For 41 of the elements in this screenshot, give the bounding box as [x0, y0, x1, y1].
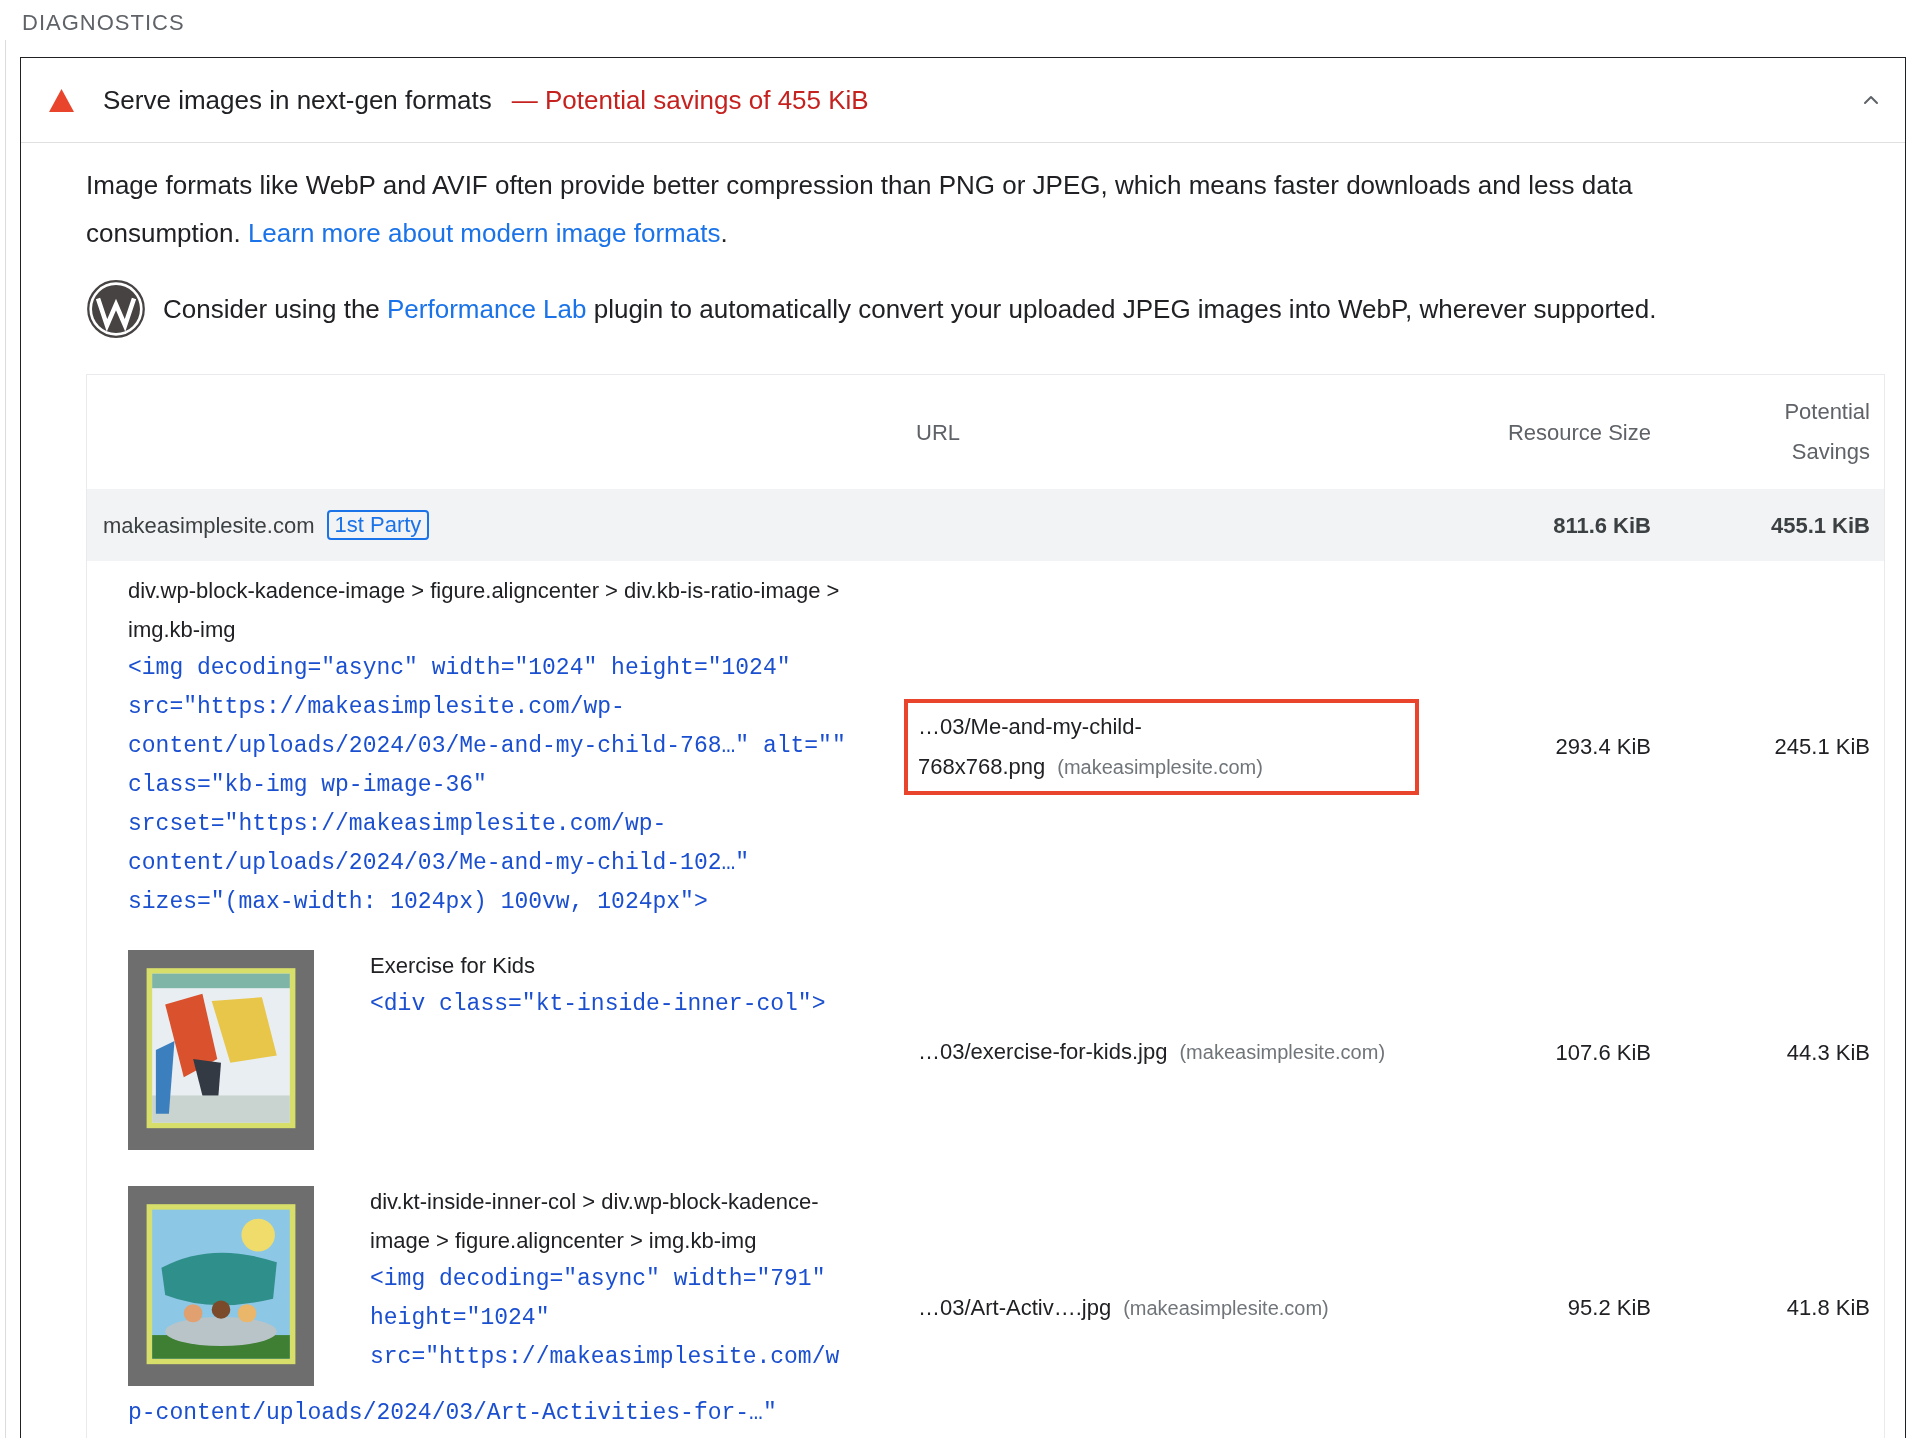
code-line: srcset="https://makeasimplesite.com/wp-: [128, 810, 667, 839]
domain-name: makeasimplesite.com: [103, 511, 315, 540]
code-line: content/uploads/2024/03/Me-and-my-child-102…": [128, 849, 750, 878]
code-line: height="1024": [370, 1304, 550, 1333]
code-line: src="https://makeasimplesite.com/wp-: [128, 693, 625, 722]
size-cell-text: 293.4 KiB: [1555, 733, 1652, 761]
code-line: <img decoding="async" width="1024" height="1024": [128, 654, 791, 683]
size-cell-text: 107.6 KiB: [1555, 1038, 1652, 1067]
size-cell-text: 95.2 KiB: [1567, 1294, 1652, 1322]
audit-description: Image formats like WebP and AVIF often provide better compression than PNG or JPEG, which means faster downloads and less data consumption. Learn more about modern image formats.: [86, 169, 1634, 250]
savings-cell-text: 245.1 KiB: [1774, 733, 1871, 761]
node-label: div.kt-inside-inner-col > div.wp-block-kadence-image > figure.aligncenter > img.kb-img: [370, 1188, 820, 1255]
url-cell-text: …03/Art-Activ….jpg (makeasimplesite.com): [917, 1293, 1330, 1322]
url-cell-text: …03/exercise-for-kids.jpg (makeasimplesite.com): [917, 1038, 1387, 1066]
node-label: div.wp-block-kadence-image > figure.aligncenter > div.kb-is-ratio-image > img.kb-img: [128, 577, 841, 644]
code-line: p-content/uploads/2024/03/Art-Activities-for-…": [128, 1399, 777, 1428]
column-header: Potential Savings: [1783, 398, 1871, 466]
code-line: class="kb-img wp-image-36": [128, 771, 487, 800]
party-tag: 1st Party: [326, 510, 430, 540]
code-line: src="https://makeasimplesite.com/w: [370, 1343, 840, 1372]
node-label: Exercise for Kids: [370, 952, 537, 980]
total-size: 811.6 KiB: [1553, 511, 1652, 540]
logo-icon: [86, 279, 146, 339]
stack-pack-text: Consider using the Performance Lab plugin to automatically convert your uploaded JPEG images into WebP, wherever supported.: [163, 292, 1657, 326]
section-title: DIAGNOSTICS: [21, 9, 186, 37]
code-line: sizes="(max-width: 1024px) 100vw, 1024px">: [128, 888, 708, 917]
plugin-link[interactable]: Performance Lab: [387, 293, 587, 324]
url-cell: …03/Me-and-my-child-768x768.png (makeasimplesite.com): [904, 698, 1419, 795]
code-line: <img decoding="async" width="791": [370, 1265, 826, 1294]
learn-more-link[interactable]: Learn more about modern image formats: [247, 218, 721, 248]
column-header: URL: [916, 418, 960, 447]
column-header: Resource Size: [1507, 418, 1652, 447]
savings-text: — Potential savings of 455 KiB: [511, 83, 869, 117]
code-line: content/uploads/2024/03/Me-and-my-child-768…" alt="": [128, 732, 846, 761]
code-line: <div class="kt-inside-inner-col">: [370, 990, 826, 1019]
warning-triangle-icon: [49, 88, 74, 112]
savings-cell-text: 44.3 KiB: [1786, 1038, 1871, 1067]
audit-header[interactable]: Serve images in next-gen formats — Potential savings of 455 KiB: [21, 58, 1905, 143]
audit-title: Serve images in next-gen formats: [103, 83, 492, 117]
total-savings: 455.1 KiB: [1770, 511, 1871, 540]
savings-cell-text: 41.8 KiB: [1786, 1294, 1871, 1322]
